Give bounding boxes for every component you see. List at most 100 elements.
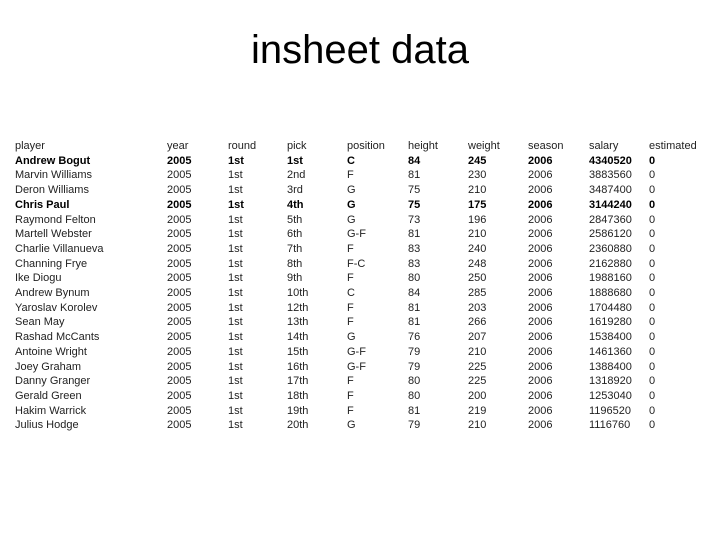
table-row: Julius Hodge 2005 1st 20th G 79 210 2006 1116760… <box>15 418 709 433</box>
cell-year: 2005 <box>167 375 192 388</box>
cell-height: 81 <box>408 301 421 314</box>
cell-position: G-F <box>347 345 366 358</box>
cell-salary: 1388400 <box>589 360 632 373</box>
cell-season: 2006 <box>528 345 553 358</box>
cell-round: 1st <box>228 316 243 329</box>
table-row: Channing Frye 2005 1st 8th F-C 83 248 2006 21628… <box>15 257 709 272</box>
table-row: Antoine Wright 2005 1st 15th G-F 79 210 2006 146… <box>15 345 709 360</box>
cell-pick: 16th <box>287 360 309 373</box>
table-row: Andrew Bynum 2005 1st 10th C 84 285 2006 1888680… <box>15 286 709 301</box>
cell-salary: 2360880 <box>589 242 632 255</box>
cell-position: G <box>347 213 356 226</box>
cell-estimated: 0 <box>649 272 656 285</box>
cell-position: G <box>347 419 356 432</box>
table-row: Chris Paul 2005 1st 4th G 75 175 2006 3144240 0 <box>15 198 709 213</box>
table-row: Charlie Villanueva 2005 1st 7th F 83 240 2006 23… <box>15 242 709 257</box>
cell-year: 2005 <box>167 419 192 432</box>
table-row: Marvin Williams 2005 1st 2nd F 81 230 2006 38835… <box>15 168 709 183</box>
cell-season: 2006 <box>528 375 553 388</box>
cell-estimated: 0 <box>649 287 656 300</box>
cell-estimated: 0 <box>649 228 656 241</box>
cell-year: 2005 <box>167 404 192 417</box>
cell-season: 2006 <box>528 198 553 211</box>
cell-weight: 175 <box>468 198 487 211</box>
cell-player: Julius Hodge <box>15 419 79 432</box>
table-row: Rashad McCants 2005 1st 14th G 76 207 2006 15384… <box>15 330 709 345</box>
column-header-height: height <box>408 140 438 152</box>
cell-round: 1st <box>228 272 243 285</box>
cell-weight: 219 <box>468 404 487 417</box>
cell-player: Joey Graham <box>15 360 82 373</box>
cell-salary: 1704480 <box>589 301 632 314</box>
column-header-season: season <box>528 140 564 152</box>
cell-player: Channing Frye <box>15 257 88 270</box>
cell-weight: 196 <box>468 213 487 226</box>
cell-season: 2006 <box>528 242 553 255</box>
cell-height: 83 <box>408 242 421 255</box>
cell-estimated: 0 <box>649 242 656 255</box>
cell-pick: 3rd <box>287 184 303 197</box>
cell-salary: 2586120 <box>589 228 632 241</box>
cell-estimated: 0 <box>649 154 656 167</box>
cell-weight: 200 <box>468 389 487 402</box>
cell-season: 2006 <box>528 154 553 167</box>
cell-pick: 4th <box>287 198 304 211</box>
cell-year: 2005 <box>167 272 192 285</box>
cell-year: 2005 <box>167 287 192 300</box>
cell-player: Gerald Green <box>15 389 82 402</box>
cell-pick: 15th <box>287 345 309 358</box>
cell-weight: 210 <box>468 345 487 358</box>
cell-round: 1st <box>228 419 243 432</box>
cell-salary: 1619280 <box>589 316 632 329</box>
cell-pick: 12th <box>287 301 309 314</box>
cell-player: Andrew Bynum <box>15 287 90 300</box>
cell-salary: 3487400 <box>589 184 632 197</box>
cell-estimated: 0 <box>649 389 656 402</box>
cell-season: 2006 <box>528 169 553 182</box>
column-header-player: player <box>15 140 45 152</box>
cell-salary: 4340520 <box>589 154 632 167</box>
cell-season: 2006 <box>528 301 553 314</box>
cell-position: G <box>347 184 356 197</box>
table-row: Gerald Green 2005 1st 18th F 80 200 2006 1253040… <box>15 389 709 404</box>
table-row: Joey Graham 2005 1st 16th G-F 79 225 2006 138840… <box>15 360 709 375</box>
cell-pick: 2nd <box>287 169 306 182</box>
cell-pick: 18th <box>287 389 309 402</box>
cell-player: Andrew Bogut <box>15 154 91 167</box>
cell-year: 2005 <box>167 301 192 314</box>
cell-round: 1st <box>228 375 243 388</box>
cell-weight: 210 <box>468 184 487 197</box>
cell-season: 2006 <box>528 404 553 417</box>
cell-weight: 225 <box>468 375 487 388</box>
cell-weight: 240 <box>468 242 487 255</box>
cell-round: 1st <box>228 228 243 241</box>
cell-year: 2005 <box>167 316 192 329</box>
cell-player: Antoine Wright <box>15 345 87 358</box>
cell-height: 80 <box>408 389 421 402</box>
cell-height: 81 <box>408 228 421 241</box>
cell-round: 1st <box>228 389 243 402</box>
cell-height: 79 <box>408 419 421 432</box>
cell-year: 2005 <box>167 257 192 270</box>
cell-salary: 1318920 <box>589 375 632 388</box>
table-row: Sean May 2005 1st 13th F 81 266 2006 1619280 0 <box>15 315 709 330</box>
cell-year: 2005 <box>167 331 192 344</box>
column-header-estimated: estimated <box>649 140 697 152</box>
cell-salary: 2162880 <box>589 257 632 270</box>
cell-salary: 3144240 <box>589 198 632 211</box>
cell-estimated: 0 <box>649 316 656 329</box>
cell-player: Marvin Williams <box>15 169 92 182</box>
cell-weight: 225 <box>468 360 487 373</box>
cell-season: 2006 <box>528 360 553 373</box>
cell-estimated: 0 <box>649 301 656 314</box>
cell-weight: 210 <box>468 419 487 432</box>
cell-height: 81 <box>408 316 421 329</box>
data-table: player year round pick position height weight s… <box>15 139 709 433</box>
data-table-container: player year round pick position height weight s… <box>15 139 709 433</box>
cell-height: 79 <box>408 360 421 373</box>
cell-height: 84 <box>408 154 421 167</box>
cell-year: 2005 <box>167 213 192 226</box>
cell-height: 80 <box>408 272 421 285</box>
cell-height: 75 <box>408 184 421 197</box>
cell-pick: 5th <box>287 213 303 226</box>
